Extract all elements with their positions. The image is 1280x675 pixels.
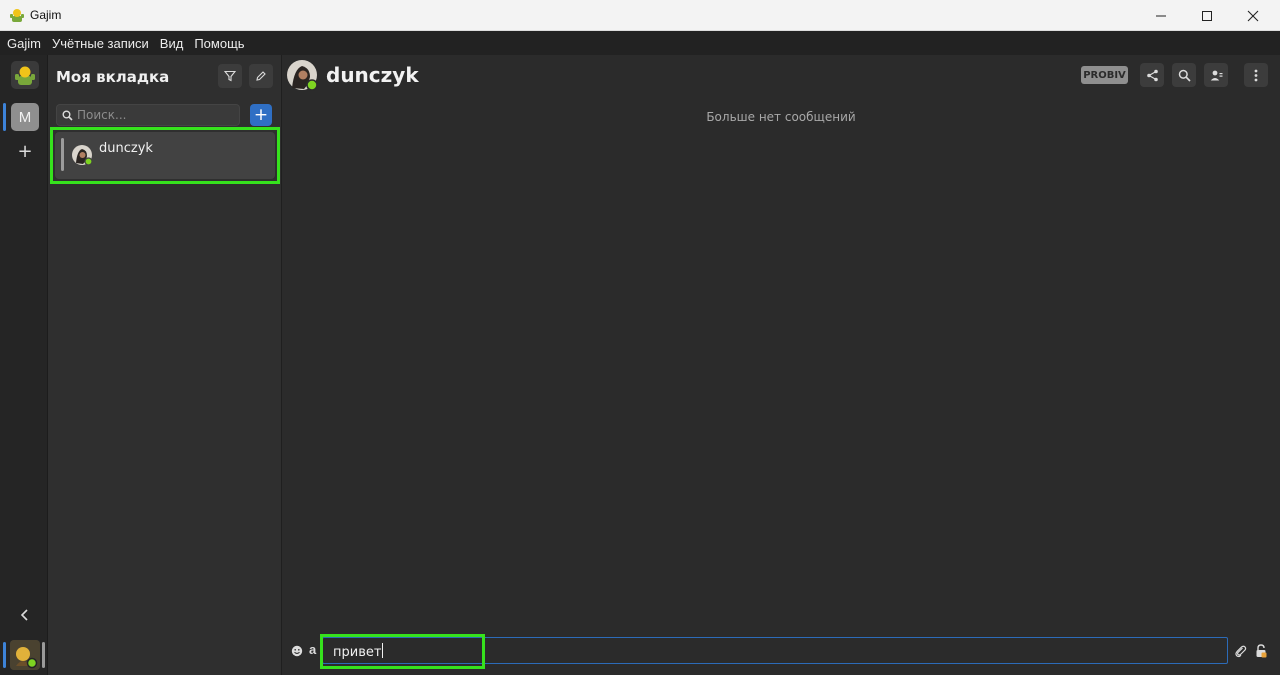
collapse-sidebar-button[interactable] <box>13 604 37 626</box>
lock-icon <box>1256 644 1267 658</box>
gajim-logo-icon <box>10 9 24 22</box>
contact-details-icon <box>1210 70 1222 80</box>
minimize-icon <box>1156 15 1166 16</box>
chat-contact-avatar[interactable] <box>286 59 319 92</box>
emoji-icon <box>291 645 302 656</box>
chat-row-background: dunczyk <box>55 132 275 179</box>
attach-file-button[interactable] <box>1233 644 1247 658</box>
account-side-marker <box>42 642 45 668</box>
gajim-logo-icon <box>15 66 35 85</box>
add-workspace-button[interactable]: + <box>11 137 39 165</box>
chevron-left-icon <box>20 609 28 621</box>
workspace-active-marker <box>3 103 6 131</box>
account-avatar-icon <box>10 640 40 670</box>
filter-chats-button[interactable] <box>218 64 242 88</box>
formatting-button[interactable]: a <box>309 642 316 657</box>
maximize-icon <box>1202 10 1212 21</box>
window-title: Gajim <box>30 8 62 22</box>
message-input-highlight <box>320 634 485 669</box>
attach-icon <box>1234 645 1246 657</box>
share-button[interactable] <box>1140 63 1164 87</box>
workspace-title: Моя вкладка <box>56 68 170 86</box>
chat-row-selected-marker <box>61 138 64 171</box>
contact-avatar <box>72 145 93 166</box>
edit-icon <box>256 71 266 81</box>
start-chat-button[interactable]: + <box>250 104 272 126</box>
menu-accounts[interactable]: Учётные записи <box>52 36 149 51</box>
chat-list-panel: Моя вкладка + dunczyk <box>48 55 282 675</box>
emoji-button[interactable] <box>290 644 303 657</box>
encryption-lock-button[interactable] <box>1254 643 1268 659</box>
menu-gajim[interactable]: Gajim <box>7 36 41 51</box>
filter-icon <box>224 70 236 82</box>
window-titlebar: Gajim <box>0 0 1280 31</box>
contact-name: dunczyk <box>99 141 153 156</box>
account-avatar-button[interactable] <box>10 640 40 670</box>
chat-search-input[interactable] <box>77 108 232 122</box>
empty-history-notice: Больше нет сообщений <box>706 110 856 124</box>
gajim-home-button[interactable] <box>11 61 39 89</box>
workspace-button[interactable]: M <box>11 103 39 131</box>
chat-contact-name: dunczyk <box>326 63 419 87</box>
close-window-button[interactable] <box>1230 0 1276 31</box>
search-history-button[interactable] <box>1172 63 1196 87</box>
more-options-button[interactable] <box>1244 63 1268 87</box>
search-icon <box>1178 69 1191 82</box>
share-icon <box>1146 69 1158 81</box>
more-vertical-icon <box>1254 69 1258 81</box>
chat-row-dunczyk[interactable]: dunczyk <box>50 127 280 184</box>
menu-help[interactable]: Помощь <box>194 36 244 51</box>
account-active-marker <box>3 642 6 668</box>
close-icon <box>1247 10 1259 21</box>
menu-bar: Gajim Учётные записи Вид Помощь <box>0 31 1280 55</box>
menu-view[interactable]: Вид <box>160 36 184 51</box>
workspace-rail: M + <box>0 55 48 675</box>
maximize-button[interactable] <box>1184 0 1230 31</box>
edit-workspace-button[interactable] <box>249 64 273 88</box>
chat-search-box[interactable] <box>56 104 240 126</box>
search-icon <box>62 110 73 121</box>
encryption-badge[interactable]: PROBIV <box>1081 66 1128 84</box>
chat-view: dunczyk PROBIV Больше нет сообщений a пр… <box>282 55 1280 675</box>
minimize-button[interactable] <box>1138 0 1184 31</box>
contact-details-button[interactable] <box>1204 63 1228 87</box>
